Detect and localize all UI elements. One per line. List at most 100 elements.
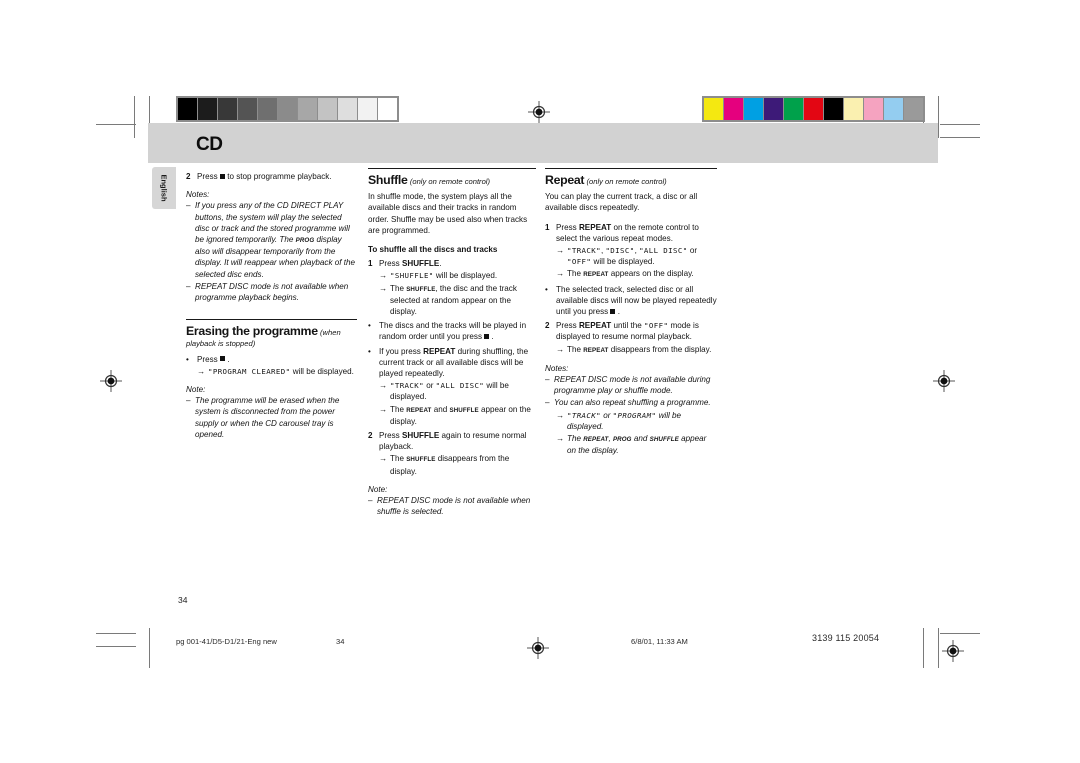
step-text: Press to stop programme playback. bbox=[197, 171, 357, 182]
prog-indicator-label: PROG bbox=[295, 237, 315, 245]
step-text-pre: Press bbox=[197, 172, 218, 181]
section-intro: In shuffle mode, the system plays all th… bbox=[368, 192, 528, 235]
language-tab: English bbox=[152, 167, 176, 209]
result-text: "PROGRAM CLEARED" will be displayed. bbox=[208, 366, 357, 377]
bullet-random-order: • The discs and the tracks will be playe… bbox=[368, 320, 536, 342]
dash-marker: – bbox=[186, 201, 191, 211]
dash-marker: – bbox=[186, 396, 191, 406]
note-label: Note: bbox=[186, 385, 206, 395]
repeat-indicator-label: REPEAT bbox=[583, 271, 609, 279]
lcd-display-text: "OFF" bbox=[644, 321, 669, 331]
bullet-text-post: . bbox=[227, 354, 230, 364]
section-subheading: (only on remote control) bbox=[409, 177, 491, 186]
note-text: If you press any of the CD DIRECT PLAY b… bbox=[195, 200, 357, 279]
footer-page-number: 34 bbox=[336, 637, 345, 646]
bullet-text: The selected track, selected disc or all… bbox=[556, 284, 717, 318]
repeat-indicator-label: REPEAT bbox=[406, 406, 432, 414]
registration-mark-left-middle bbox=[100, 370, 122, 392]
bullet-marker: • bbox=[368, 346, 371, 356]
step-text: Press REPEAT on the remote control to se… bbox=[556, 222, 717, 244]
step-press-shuffle: 1 Press SHUFFLE. bbox=[368, 258, 536, 269]
section-repeat: Repeat (only on remote control) bbox=[545, 168, 717, 187]
prog-indicator-label: PROG bbox=[612, 436, 632, 444]
note-item: – REPEAT DISC mode is not available when… bbox=[368, 495, 536, 517]
result-repeat-indicator-appears: → The REPEAT appears on the display. bbox=[545, 268, 717, 280]
note-item: – If you press any of the CD DIRECT PLAY… bbox=[186, 200, 357, 279]
lcd-display-text: "DISC" bbox=[605, 246, 635, 256]
lcd-display-text: "TRACK" bbox=[390, 381, 424, 391]
notes-label: Notes: bbox=[545, 363, 569, 373]
dash-marker: – bbox=[545, 375, 550, 385]
bullet-text-pre: The discs and the tracks will be played … bbox=[379, 321, 527, 342]
step-text-pre: Press bbox=[379, 431, 400, 441]
lcd-display-text: "ALL DISC" bbox=[435, 381, 485, 391]
registration-mark-bottom-right-footer bbox=[942, 640, 964, 662]
bullet-marker: • bbox=[368, 321, 371, 331]
shuffle-button-label: SHUFFLE bbox=[401, 259, 440, 269]
stop-square-icon bbox=[219, 356, 225, 362]
note-text: REPEAT DISC mode is not available when s… bbox=[377, 496, 531, 517]
shuffle-indicator-label: SHUFFLE bbox=[406, 456, 436, 464]
dash-marker: – bbox=[186, 281, 191, 291]
note-item: – You can also repeat shuffling a progra… bbox=[545, 397, 717, 408]
bullet-press-stop: • Press . bbox=[186, 354, 357, 365]
dash-marker: – bbox=[368, 496, 373, 506]
language-tab-label: English bbox=[159, 174, 169, 202]
color-swatch-9 bbox=[884, 98, 903, 120]
result-text-pre: The bbox=[567, 344, 581, 354]
arrow-marker: → bbox=[379, 381, 388, 391]
result-repeat-and-shuffle-indicators: → The REPEAT and SHUFFLE appear on the d… bbox=[368, 404, 536, 427]
chapter-title: CD bbox=[196, 134, 223, 155]
color-swatch-7 bbox=[844, 98, 863, 120]
arrow-marker: → bbox=[556, 344, 565, 354]
shuffle-indicator-label: SHUFFLE bbox=[649, 436, 679, 444]
bullet-text-pre: If you press bbox=[379, 346, 421, 356]
shuffle-indicator-label: SHUFFLE bbox=[449, 406, 479, 414]
result-programme-cleared: → "PROGRAM CLEARED" will be displayed. bbox=[186, 366, 357, 377]
result-text: The REPEAT disappears from the display. bbox=[567, 344, 717, 356]
section-heading: Repeat bbox=[545, 173, 585, 187]
comma: , bbox=[634, 246, 637, 256]
bullet-marker: • bbox=[186, 354, 189, 364]
gray-swatch-0 bbox=[178, 98, 197, 120]
repeat-button-label: REPEAT bbox=[578, 222, 612, 232]
result-text-or: or bbox=[689, 246, 698, 256]
footer-file-slug: pg 001-41/D5-D1/21-Eng new bbox=[176, 637, 277, 646]
comma: , bbox=[608, 434, 611, 444]
color-swatch-6 bbox=[824, 98, 843, 120]
gray-swatch-9 bbox=[358, 98, 377, 120]
bullet-marker: • bbox=[545, 284, 548, 294]
step-text-post: on the remote control to select the vari… bbox=[556, 222, 699, 243]
result-text: The REPEAT and SHUFFLE appear on the dis… bbox=[390, 404, 536, 427]
shuffle-indicator-label: SHUFFLE bbox=[406, 285, 436, 293]
registration-mark-top-center bbox=[528, 101, 550, 123]
result-text-post: appears on the display. bbox=[610, 269, 694, 279]
crop-mark-bottom-right-inner bbox=[923, 628, 924, 668]
subsection-heading: To shuffle all the discs and tracks bbox=[368, 245, 498, 255]
color-swatch-10 bbox=[904, 98, 923, 120]
step-press-repeat-until-off: 2 Press REPEAT until the "OFF" mode is d… bbox=[545, 320, 717, 342]
note-text: You can also repeat shuffling a programm… bbox=[554, 398, 711, 408]
step-text-pre: Press bbox=[379, 259, 400, 269]
column-left: 2 Press to stop programme playback. Note… bbox=[186, 168, 357, 440]
result-text-post: disappears from the display. bbox=[610, 344, 712, 354]
stop-square-icon bbox=[484, 333, 490, 339]
result-track-or-all-disc: → "TRACK" or "ALL DISC" will be displaye… bbox=[368, 380, 536, 402]
color-swatch-4 bbox=[784, 98, 803, 120]
gray-swatch-8 bbox=[338, 98, 357, 120]
result-text: The REPEAT, PROG and SHUFFLE appear on t… bbox=[567, 433, 717, 456]
result-text: "TRACK", "DISC", "ALL DISC" or "OFF" wil… bbox=[567, 245, 717, 267]
step-number: 2 bbox=[545, 321, 550, 331]
crop-mark-bottom-right-outer bbox=[938, 628, 939, 668]
crop-mark-top-left-horizontal bbox=[96, 124, 136, 125]
shuffle-button-label: SHUFFLE bbox=[401, 431, 440, 441]
step-stop-programme-playback: 2 Press to stop programme playback. bbox=[186, 171, 357, 182]
note-text: REPEAT DISC mode is not available when p… bbox=[195, 281, 349, 303]
color-calibration-strip bbox=[702, 96, 925, 122]
result-text-pre: The bbox=[390, 454, 404, 464]
gray-swatch-5 bbox=[278, 98, 297, 120]
bullet-played-repeatedly: • The selected track, selected disc or a… bbox=[545, 284, 717, 318]
stop-square-icon bbox=[610, 308, 616, 314]
section-subheading: (only on remote control) bbox=[586, 177, 667, 186]
color-swatch-1 bbox=[724, 98, 743, 120]
